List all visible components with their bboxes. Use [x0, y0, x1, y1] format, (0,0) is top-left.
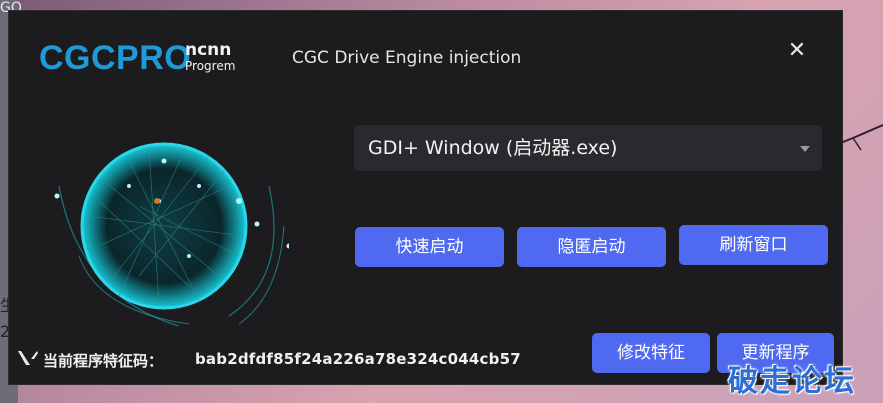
- forum-watermark: 破走论坛: [728, 364, 856, 399]
- modify-signature-button[interactable]: 修改特征: [592, 333, 710, 373]
- logo-subtitle: ncnn Progrem: [185, 41, 235, 73]
- signature-label: 当前程序特征码：: [43, 352, 164, 370]
- logo-subtitle-bottom: Progrem: [185, 59, 236, 73]
- window-title: CGC Drive Engine injection: [292, 48, 522, 68]
- signature-code: bab2dfdf85f24a226a78e324c044cb57: [195, 350, 521, 368]
- hidden-start-button[interactable]: 隐匿启动: [517, 227, 666, 267]
- logo-subtitle-top: ncnn: [185, 40, 232, 60]
- quick-start-button[interactable]: 快速启动: [355, 227, 504, 267]
- app-window: CGCPRO ncnn Progrem CGC Drive Engine inj…: [8, 10, 843, 385]
- close-icon[interactable]: ✕: [785, 39, 809, 63]
- refresh-window-button[interactable]: 刷新窗口: [679, 225, 828, 265]
- chevron-down-icon: [800, 146, 810, 152]
- globe-illustration: [54, 142, 289, 326]
- valorant-logo-icon: [18, 351, 38, 365]
- app-logo: CGCPRO: [39, 39, 192, 77]
- process-select-value: GDI+ Window (启动器.exe): [368, 137, 618, 159]
- process-select[interactable]: GDI+ Window (启动器.exe): [354, 125, 822, 171]
